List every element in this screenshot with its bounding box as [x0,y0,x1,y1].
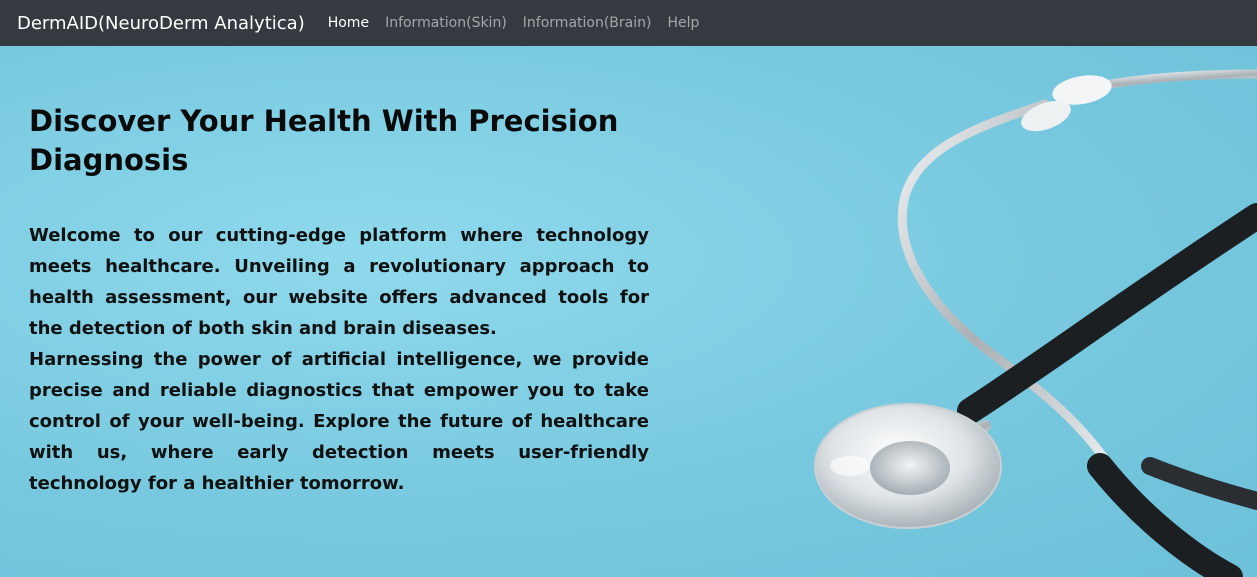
ai-paragraph: Harnessing the power of artificial intel… [29,349,649,494]
hero-content: Discover Your Health With Precision Diag… [29,102,649,499]
page-title: Discover Your Health With Precision Diag… [29,104,619,177]
brand-link[interactable]: DermAID(NeuroDerm Analytica) [17,13,305,34]
intro-paragraph: Welcome to our cutting-edge platform whe… [29,225,649,339]
page: DermAID(NeuroDerm Analytica) Home Inform… [0,0,1257,577]
nav-link-home[interactable]: Home [328,15,369,31]
nav-link-help[interactable]: Help [667,15,699,31]
navbar: DermAID(NeuroDerm Analytica) Home Inform… [0,0,1257,46]
nav-link-information-brain[interactable]: Information(Brain) [523,15,652,31]
nav-link-information-skin[interactable]: Information(Skin) [385,15,507,31]
hero-section: Discover Your Health With Precision Diag… [0,46,1257,577]
